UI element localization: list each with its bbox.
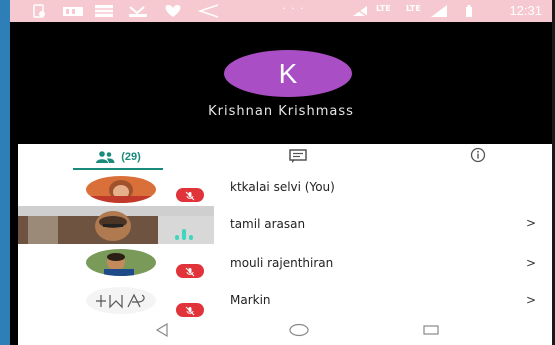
battery-icon (464, 4, 474, 18)
clock: 12:31 (509, 3, 542, 18)
lte-indicator-1: LTE (376, 4, 391, 13)
mute-notifications-icon (350, 4, 370, 18)
participant-avatar (86, 287, 156, 314)
phone-screen: · · · LTE LTE 12:31 K Krishnan Krishmass… (10, 0, 552, 345)
chat-icon (289, 148, 307, 167)
left-window-edge (0, 0, 10, 345)
chevron-right-icon[interactable]: > (526, 256, 536, 270)
app-notification-icon (62, 4, 84, 18)
send-icon (197, 4, 220, 18)
missed-call-icon (128, 4, 148, 18)
call-header: K Krishnan Krishmass (10, 22, 552, 144)
heart-icon (162, 4, 184, 18)
status-bar: · · · LTE LTE 12:31 (10, 0, 552, 22)
chevron-right-icon[interactable]: > (526, 293, 536, 307)
recents-icon[interactable] (422, 322, 440, 342)
system-nav-bar (18, 318, 552, 345)
tab-chat[interactable] (218, 144, 378, 170)
participants-count: (29) (121, 151, 141, 163)
participant-name: mouli rajenthiran (230, 256, 334, 270)
mic-off-icon (184, 301, 196, 319)
mic-off-icon (184, 262, 196, 281)
participant-avatar (86, 176, 156, 203)
tab-info[interactable] (398, 144, 552, 170)
host-avatar: K (224, 50, 352, 97)
chevron-right-icon[interactable]: > (526, 216, 536, 230)
participant-row[interactable]: tamil arasan > (18, 207, 552, 244)
host-initial: K (278, 57, 298, 89)
people-icon (95, 148, 115, 167)
participant-row[interactable]: mouli rajenthiran > (18, 244, 552, 281)
tab-participants[interactable]: (29) (38, 144, 198, 170)
host-name: Krishnan Krishmass (208, 104, 354, 119)
participant-name: Markin (230, 293, 271, 307)
mic-muted-indicator (176, 303, 204, 317)
participant-avatar (86, 249, 156, 276)
mic-off-icon (184, 186, 196, 205)
signal-icon (430, 4, 448, 18)
participant-row[interactable]: Markin > (18, 281, 552, 318)
participant-name: tamil arasan (230, 217, 306, 231)
mic-muted-indicator (176, 188, 204, 202)
lte-indicator-2: LTE (406, 4, 421, 13)
screenshot-icon (32, 4, 46, 18)
mic-muted-indicator (176, 264, 204, 278)
info-icon (470, 147, 486, 167)
back-icon[interactable] (154, 322, 170, 342)
participant-row[interactable]: ktkalai selvi (You) (18, 170, 552, 207)
participant-name: ktkalai selvi (You) (230, 180, 335, 194)
more-notifications: · · · (282, 2, 305, 15)
tab-bar: (29) (18, 144, 552, 170)
message-icon (94, 4, 114, 18)
participant-list[interactable]: ktkalai selvi (You) tamil arasan > mouli… (18, 170, 552, 318)
home-icon[interactable] (288, 322, 310, 342)
